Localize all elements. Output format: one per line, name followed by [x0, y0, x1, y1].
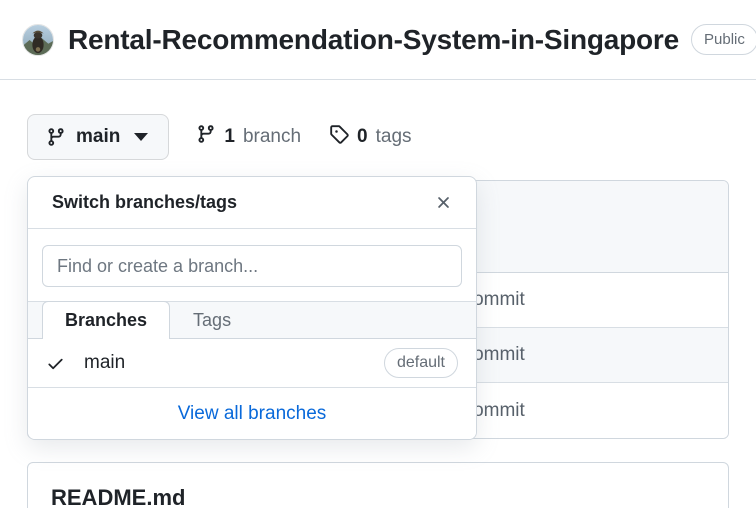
dropdown-title: Switch branches/tags [52, 192, 237, 213]
branch-selector-button[interactable]: main [27, 114, 169, 160]
branch-count-link[interactable]: 1 branch [196, 124, 301, 150]
branch-bar: main 1 branch 0 tags [27, 114, 412, 160]
branch-list-item-main[interactable]: main default [28, 339, 476, 387]
branch-name: main [84, 352, 384, 374]
dropdown-footer: View all branches [28, 387, 476, 439]
view-all-branches-link[interactable]: View all branches [178, 403, 327, 425]
dropdown-tabs: Branches Tags [28, 301, 476, 339]
readme-filename: README.md [28, 463, 728, 508]
git-branch-icon [196, 124, 216, 150]
chevron-down-icon [134, 133, 148, 141]
branch-count-label: branch [243, 126, 301, 148]
tag-count-label: tags [376, 126, 412, 148]
dropdown-header: Switch branches/tags [28, 177, 476, 229]
branch-selector-label: main [76, 126, 120, 148]
close-icon[interactable] [428, 188, 458, 218]
git-branch-icon [46, 127, 66, 147]
branch-selector-dropdown: Switch branches/tags Branches Tags main … [27, 176, 477, 440]
status-badge: default [384, 348, 458, 378]
tag-icon [329, 124, 349, 150]
branch-search-input[interactable] [42, 245, 462, 287]
avatar-image [23, 25, 53, 55]
page-title[interactable]: Rental-Recommendation-System-in-Singapor… [68, 24, 679, 56]
branch-search-wrapper [28, 229, 476, 301]
tab-tags[interactable]: Tags [170, 301, 254, 338]
tab-branches[interactable]: Branches [42, 301, 170, 339]
check-icon [46, 354, 72, 373]
avatar[interactable] [22, 24, 54, 56]
tag-count-link[interactable]: 0 tags [329, 124, 412, 150]
ref-stats: 1 branch 0 tags [196, 124, 411, 150]
readme-card: README.md [27, 462, 729, 508]
branch-count-number: 1 [224, 126, 235, 148]
tag-count-number: 0 [357, 126, 368, 148]
repo-header: Rental-Recommendation-System-in-Singapor… [0, 0, 756, 80]
visibility-badge: Public [691, 24, 756, 55]
